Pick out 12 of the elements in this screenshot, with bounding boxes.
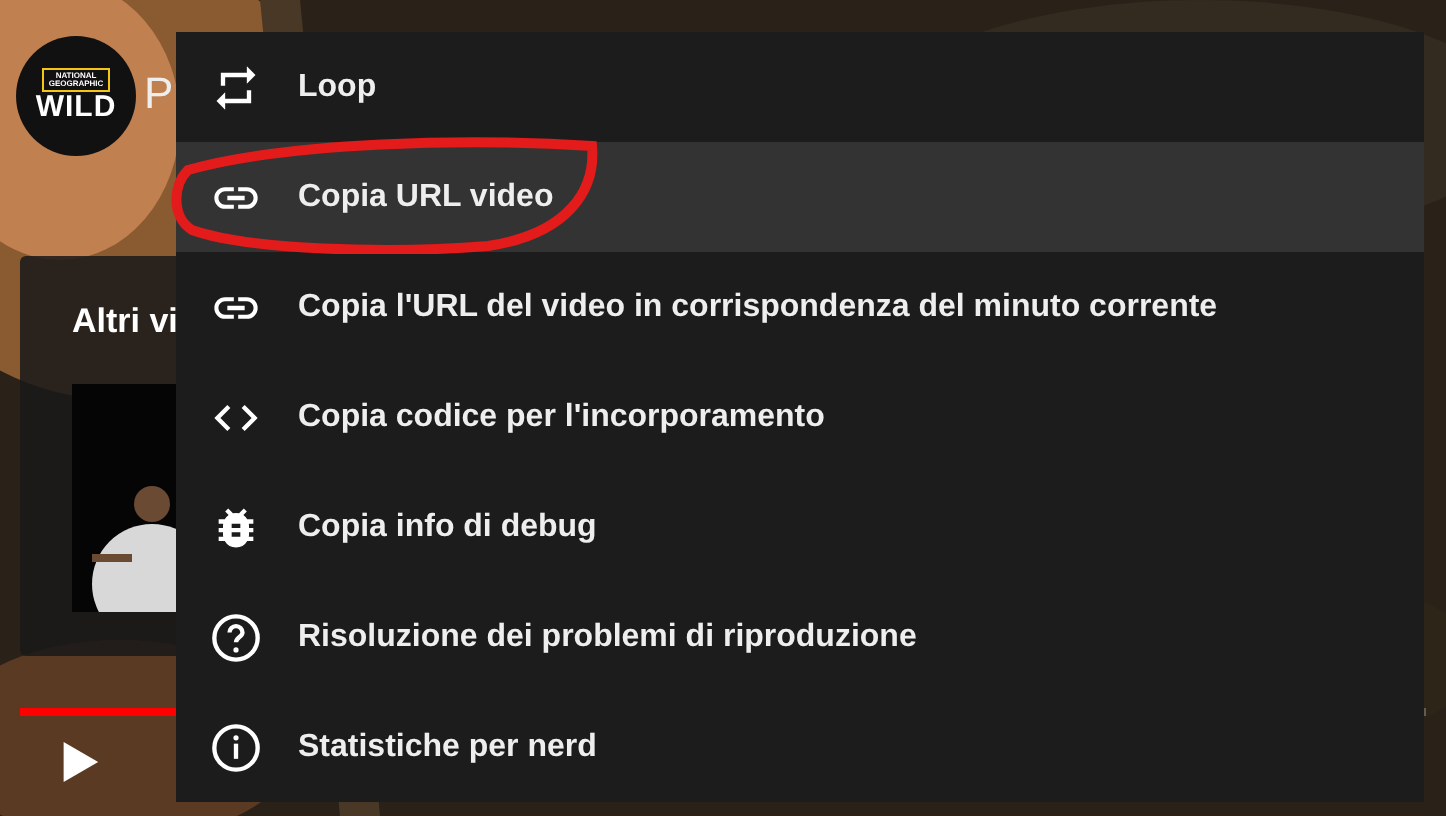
menu-item[interactable]: Risoluzione dei problemi di riproduzione <box>176 582 1424 692</box>
menu-item[interactable]: Statistiche per nerd <box>176 692 1424 802</box>
panel-title: Altri vi <box>72 300 178 344</box>
menu-item[interactable]: Copia l'URL del video in corrispondenza del minuto corrente <box>176 252 1424 362</box>
menu-item[interactable]: Loop <box>176 32 1424 142</box>
info-icon <box>210 721 262 773</box>
menu-item[interactable]: Copia info di debug <box>176 472 1424 582</box>
help-icon <box>210 611 262 663</box>
menu-item[interactable]: Copia URL video <box>176 142 1424 252</box>
menu-item[interactable]: Copia codice per l'incorporamento <box>176 362 1424 472</box>
play-icon[interactable] <box>60 740 100 784</box>
logo-text: WILD <box>35 91 117 125</box>
